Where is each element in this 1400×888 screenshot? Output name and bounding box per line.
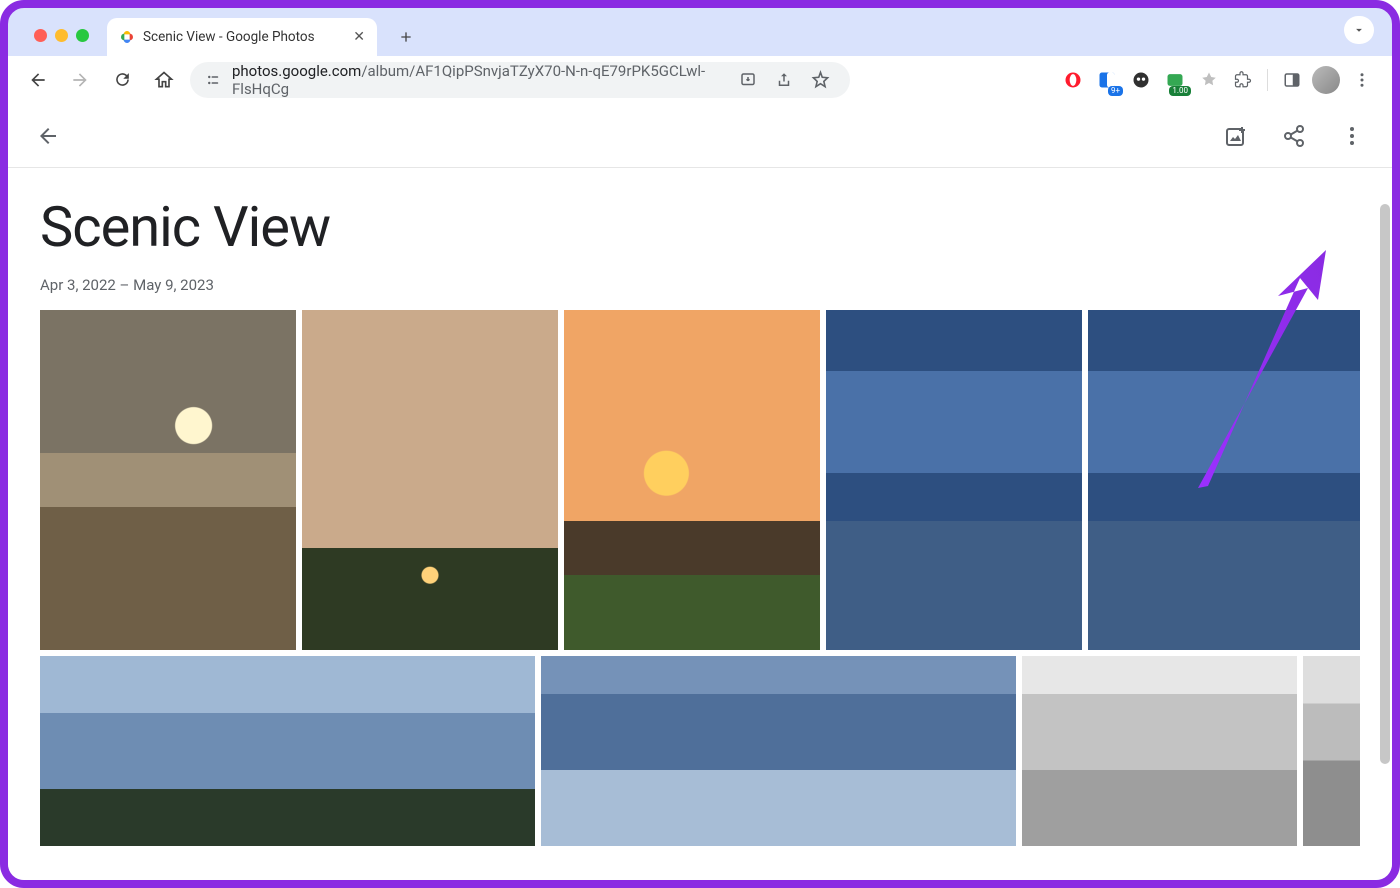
extension-grey-icon[interactable] [1195, 66, 1223, 94]
site-info-icon[interactable] [204, 71, 222, 89]
photo-thumbnail[interactable] [1022, 656, 1297, 846]
photo-grid [8, 310, 1392, 846]
extensions-puzzle-icon[interactable] [1229, 66, 1257, 94]
browser-tab-active[interactable]: Scenic View - Google Photos ✕ [107, 18, 377, 56]
extension-opera-icon[interactable] [1059, 66, 1087, 94]
album-date-range: Apr 3, 2022 – May 9, 2023 [40, 276, 1360, 294]
window-zoom-button[interactable] [76, 29, 89, 42]
album-toolbar [8, 104, 1392, 168]
add-photos-button[interactable] [1216, 116, 1256, 156]
page-content: Scenic View Apr 3, 2022 – May 9, 2023 [8, 104, 1392, 880]
window-controls [34, 29, 89, 42]
album-more-options-button[interactable] [1332, 116, 1372, 156]
photo-thumbnail[interactable] [40, 310, 296, 650]
extension-badge: 1.00 [1169, 86, 1191, 96]
window-close-button[interactable] [34, 29, 47, 42]
profile-avatar[interactable] [1312, 66, 1340, 94]
bookmark-star-icon[interactable] [804, 64, 836, 96]
google-photos-favicon-icon [119, 29, 135, 45]
nav-forward-button[interactable] [64, 64, 96, 96]
photo-thumbnail[interactable] [302, 310, 558, 650]
window-minimize-button[interactable] [55, 29, 68, 42]
screenshot-frame: Scenic View - Google Photos ✕ p [0, 0, 1400, 888]
photo-thumbnail[interactable] [40, 656, 535, 846]
album-title[interactable]: Scenic View [40, 194, 1360, 260]
photo-thumbnail[interactable] [541, 656, 1016, 846]
nav-reload-button[interactable] [106, 64, 138, 96]
url-text: photos.google.com/album/AF1QipPSnvjaTZyX… [232, 62, 722, 98]
install-app-icon[interactable] [732, 64, 764, 96]
address-bar[interactable]: photos.google.com/album/AF1QipPSnvjaTZyX… [190, 62, 850, 98]
browser-tab-strip: Scenic View - Google Photos ✕ [8, 8, 1392, 56]
new-tab-button[interactable] [391, 22, 421, 52]
extension-green-icon[interactable]: 1.00 [1161, 66, 1189, 94]
photo-thumbnail[interactable] [1303, 656, 1360, 846]
extension-blue-icon[interactable]: 9+ [1093, 66, 1121, 94]
tab-close-button[interactable]: ✕ [353, 29, 365, 45]
toolbar-right: 9+ 1.00 [1059, 64, 1378, 96]
browser-toolbar: photos.google.com/album/AF1QipPSnvjaTZyX… [8, 56, 1392, 104]
url-host: photos.google.com [232, 62, 361, 80]
nav-home-button[interactable] [148, 64, 180, 96]
toolbar-divider [1267, 69, 1268, 91]
tab-search-button[interactable] [1344, 16, 1374, 44]
side-panel-icon[interactable] [1278, 66, 1306, 94]
browser-menu-button[interactable] [1346, 64, 1378, 96]
tab-title: Scenic View - Google Photos [143, 29, 315, 45]
photo-thumbnail[interactable] [826, 310, 1082, 650]
share-album-button[interactable] [1274, 116, 1314, 156]
photo-row [40, 656, 1360, 846]
album-header: Scenic View Apr 3, 2022 – May 9, 2023 [8, 168, 1392, 310]
album-back-button[interactable] [28, 116, 68, 156]
share-page-icon[interactable] [768, 64, 800, 96]
photo-thumbnail[interactable] [1088, 310, 1360, 650]
extension-face-icon[interactable] [1127, 66, 1155, 94]
photo-thumbnail[interactable] [564, 310, 820, 650]
extension-badge: 9+ [1108, 86, 1123, 96]
vertical-scrollbar[interactable] [1380, 204, 1390, 764]
nav-back-button[interactable] [22, 64, 54, 96]
photo-row [40, 310, 1360, 650]
